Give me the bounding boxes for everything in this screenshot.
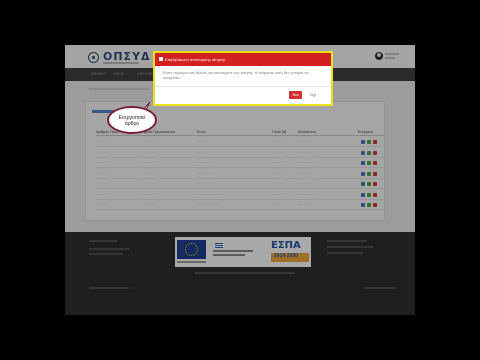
confirm-dialog: Επιβεβαίωση απόσυρσης αίτησης Είστε σίγο… bbox=[153, 51, 333, 106]
dialog-header: Επιβεβαίωση απόσυρσης αίτησης bbox=[155, 53, 331, 66]
dialog-message: Είστε σίγουροι ότι θέλετε να αποσύρετε τ… bbox=[163, 70, 309, 80]
cancel-button[interactable]: Όχι bbox=[306, 91, 320, 99]
callout-text: Ενεργοποιεί άρθρο bbox=[118, 115, 146, 127]
warning-icon bbox=[159, 57, 163, 61]
dialog-title: Επιβεβαίωση απόσυρσης αίτησης bbox=[165, 57, 226, 62]
annotation-callout: Ενεργοποιεί άρθρο bbox=[107, 106, 157, 134]
confirm-button[interactable]: Ναι bbox=[289, 91, 302, 99]
dialog-divider bbox=[155, 86, 331, 87]
